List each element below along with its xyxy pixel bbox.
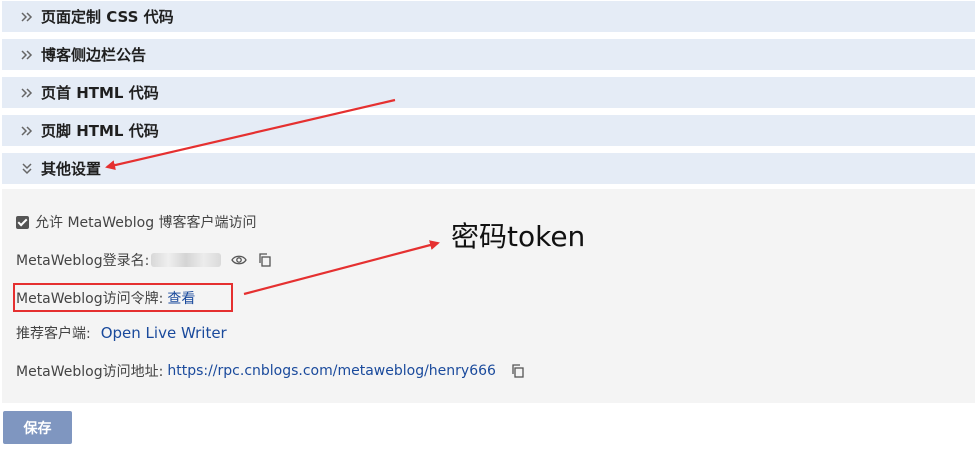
section-header-page-footer-html[interactable]: 页脚 HTML 代码 — [2, 115, 975, 146]
section-title: 页首 HTML 代码 — [41, 84, 159, 102]
login-name-label: MetaWeblog登录名: — [16, 253, 150, 269]
save-button[interactable]: 保存 — [3, 411, 72, 444]
url-label: MetaWeblog访问地址: — [16, 364, 164, 380]
annotation-text: 密码token — [451, 220, 586, 253]
allow-metaweblog-row: 允许 MetaWeblog 博客客户端访问 — [16, 212, 257, 232]
client-row: 推荐客户端: Open Live Writer — [16, 323, 227, 343]
url-row: MetaWeblog访问地址: https://rpc.cnblogs.com/… — [16, 361, 526, 381]
allow-metaweblog-label: 允许 MetaWeblog 博客客户端访问 — [35, 215, 257, 231]
section-title: 博客侧边栏公告 — [41, 46, 147, 64]
token-highlight-box — [13, 283, 233, 312]
copy-icon[interactable] — [257, 252, 273, 268]
section-title: 页面定制 CSS 代码 — [41, 8, 174, 26]
section-header-other-settings[interactable]: 其他设置 — [2, 153, 975, 184]
login-name-value-blurred — [151, 253, 222, 267]
chevron-down-icon — [22, 162, 32, 174]
chevron-right-icon — [21, 11, 33, 22]
login-name-row: MetaWeblog登录名: — [16, 250, 273, 270]
section-title: 其他设置 — [41, 160, 102, 178]
section-title: 页脚 HTML 代码 — [41, 122, 159, 140]
chevron-right-icon — [21, 125, 33, 136]
chevron-right-icon — [21, 49, 33, 60]
client-label: 推荐客户端: — [16, 326, 91, 342]
chevron-right-icon — [21, 87, 33, 98]
open-live-writer-link[interactable]: Open Live Writer — [101, 324, 227, 342]
metaweblog-url-link[interactable]: https://rpc.cnblogs.com/metaweblog/henry… — [167, 363, 496, 379]
allow-metaweblog-checkbox[interactable] — [16, 215, 29, 229]
section-header-sidebar-notice[interactable]: 博客侧边栏公告 — [2, 39, 975, 70]
section-header-custom-css[interactable]: 页面定制 CSS 代码 — [2, 1, 975, 32]
copy-icon[interactable] — [510, 363, 526, 379]
section-header-page-header-html[interactable]: 页首 HTML 代码 — [2, 77, 975, 108]
eye-icon[interactable] — [231, 252, 248, 268]
